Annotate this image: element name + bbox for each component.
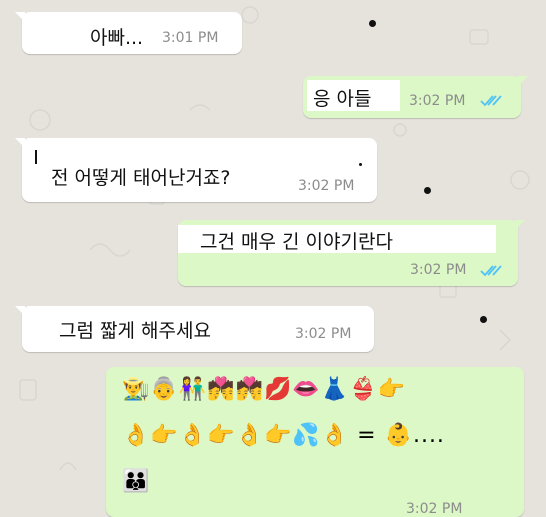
stray-dot — [424, 187, 431, 194]
outgoing-emoji-message: 👨‍🌾👵👫💏💏💋👄👗👙👉 👌👉👌👉👌👉💦👌 = 👶.... 👪 3:02 PM — [106, 367, 524, 517]
message-timestamp: 3:02 PM — [410, 262, 467, 278]
message-timestamp: 3:02 PM — [409, 93, 466, 109]
message-timestamp: 3:02 PM — [406, 501, 463, 517]
emoji-row: 👪 — [122, 469, 151, 494]
message-timestamp: 3:01 PM — [162, 30, 219, 46]
message-timestamp: 3:02 PM — [298, 178, 355, 194]
outgoing-message-1: 응 아들 3:02 PM — [303, 76, 528, 118]
incoming-message-1: 아빠... 3:01 PM — [15, 12, 242, 54]
emoji-row: 👨‍🌾👵👫💏💏💋👄👗👙👉 — [122, 377, 406, 402]
message-text: 전 어떻게 태어난거죠? — [51, 167, 231, 189]
outgoing-message-2: 그건 매우 긴 이야기란다 3:02 PM — [178, 220, 525, 286]
dot-mark — [359, 163, 362, 166]
message-timestamp: 3:02 PM — [295, 326, 352, 342]
incoming-message-2: 전 어떻게 태어난거죠? 3:02 PM — [15, 138, 377, 202]
incoming-message-3: 그럼 짧게 해주세요 3:02 PM — [15, 306, 374, 352]
emoji-row: 👌👉👌👉👌👉💦👌 = 👶.... — [122, 423, 445, 448]
message-text: 아빠... — [90, 27, 144, 49]
stray-dot — [369, 20, 376, 27]
message-text: 응 아들 — [313, 88, 372, 110]
message-text: 그건 매우 긴 이야기란다 — [200, 231, 393, 253]
message-text: 그럼 짧게 해주세요 — [59, 320, 211, 342]
stray-dot — [480, 316, 487, 323]
read-receipt-icon — [480, 265, 502, 277]
cursor-mark — [35, 150, 37, 164]
read-receipt-icon — [480, 95, 502, 107]
